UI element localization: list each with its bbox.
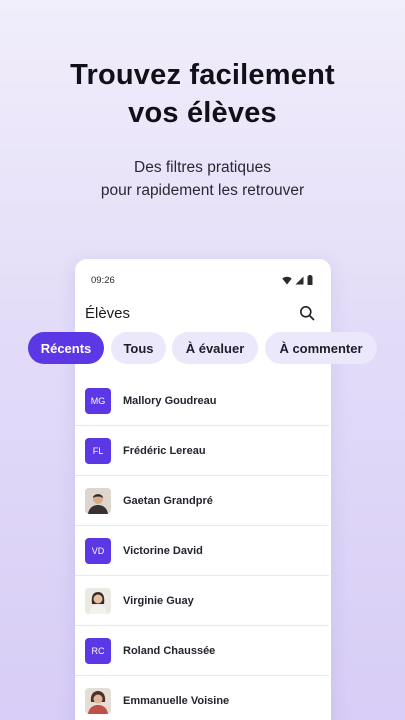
student-name: Victorine David — [123, 544, 203, 557]
avatar: MG — [85, 387, 111, 414]
subline-line-1: Des filtres pratiques — [134, 159, 271, 176]
student-name: Gaetan Grandpré — [123, 494, 213, 507]
status-time: 09:26 — [91, 274, 115, 286]
headline-line-2: vos élèves — [128, 97, 277, 129]
promo-subline: Des filtres pratiques pour rapidement le… — [0, 156, 405, 202]
cell-signal-icon — [295, 276, 304, 284]
list-item[interactable]: Virginie Guay — [75, 576, 329, 626]
avatar-photo — [85, 487, 111, 514]
list-item[interactable]: VD Victorine David — [75, 526, 329, 576]
filter-chip-tous[interactable]: Tous — [111, 332, 166, 364]
filter-chip-recents[interactable]: Récents — [28, 332, 104, 364]
list-item[interactable]: MG Mallory Goudreau — [75, 376, 329, 426]
student-name: Emmanuelle Voisine — [123, 694, 230, 707]
avatar: RC — [85, 637, 111, 664]
avatar-photo — [85, 687, 111, 714]
list-item[interactable]: FL Frédéric Lereau — [75, 426, 329, 476]
status-bar: 09:26 — [91, 273, 313, 287]
student-name: Roland Chaussée — [123, 644, 216, 657]
page-title: Élèves — [85, 304, 131, 322]
student-name: Virginie Guay — [123, 594, 194, 607]
person-photo-icon — [85, 587, 111, 614]
list-item[interactable]: RC Roland Chaussée — [75, 626, 329, 676]
student-name: Mallory Goudreau — [123, 394, 217, 407]
filter-chip-a-commenter[interactable]: À commenter — [265, 332, 377, 364]
subline-line-2: pour rapidement les retrouver — [100, 182, 305, 199]
filter-chip-a-evaluer[interactable]: À évaluer — [172, 332, 258, 364]
avatar: VD — [85, 537, 111, 564]
avatar: FL — [85, 437, 111, 464]
app-bar: Élèves — [85, 301, 317, 325]
person-photo-icon — [85, 487, 111, 514]
student-name: Frédéric Lereau — [123, 444, 206, 457]
list-item[interactable]: Gaetan Grandpré — [75, 476, 329, 526]
student-list: MG Mallory Goudreau FL Frédéric Lereau G… — [75, 376, 329, 720]
wifi-icon — [282, 276, 292, 284]
filter-chips: Récents Tous À évaluer À commenter — [0, 332, 405, 364]
headline-line-1: Trouvez facilement — [70, 59, 335, 91]
status-icons — [282, 275, 313, 285]
list-item[interactable]: Emmanuelle Voisine — [75, 676, 329, 720]
promo-headline: Trouvez facilement vos élèves — [0, 56, 405, 132]
battery-icon — [307, 275, 313, 285]
person-photo-icon — [85, 687, 111, 714]
search-icon[interactable] — [297, 303, 317, 323]
avatar-photo — [85, 587, 111, 614]
